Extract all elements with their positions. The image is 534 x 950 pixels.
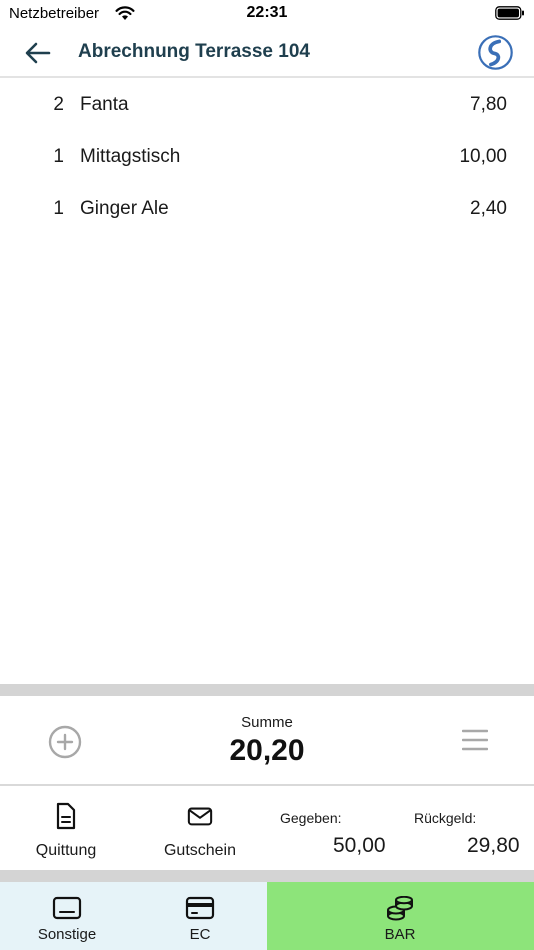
tab-ec[interactable]: EC (150, 896, 250, 943)
order-row[interactable]: 1 Ginger Ale 2,40 (0, 182, 534, 234)
envelope-icon (187, 807, 213, 826)
item-price: 10,00 (459, 146, 507, 167)
navigation-bar: Abrechnung Terrasse 104 (0, 28, 534, 78)
voucher-button[interactable]: Gutschein (145, 802, 255, 860)
receipt-label: Quittung (35, 842, 97, 859)
page-title: Abrechnung Terrasse 104 (78, 41, 310, 62)
given-value[interactable]: 50,00 (333, 834, 386, 858)
secondary-tab-group: Sonstige EC (0, 882, 267, 950)
display-icon (52, 896, 82, 920)
item-quantity: 2 (53, 94, 64, 115)
arrow-left-icon (25, 42, 51, 64)
order-row[interactable]: 1 Mittagstisch 10,00 (0, 130, 534, 182)
tab-sonstige[interactable]: Sonstige (17, 896, 117, 943)
item-name: Ginger Ale (80, 198, 169, 219)
tab-label: BAR (384, 926, 416, 943)
battery-icon (495, 6, 524, 20)
summary-panel: Summe 20,20 (0, 696, 534, 786)
order-list: 2 Fanta 7,80 1 Mittagstisch 10,00 1 Ging… (0, 78, 534, 234)
section-divider (0, 870, 534, 882)
item-quantity: 1 (53, 198, 64, 219)
order-row[interactable]: 2 Fanta 7,80 (0, 78, 534, 130)
tab-label: EC (189, 926, 211, 943)
section-divider (0, 684, 534, 696)
voucher-label: Gutschein (163, 842, 237, 859)
menu-icon[interactable] (462, 728, 488, 752)
change-value: 29,80 (467, 834, 520, 857)
brand-swirl-icon[interactable] (477, 34, 514, 71)
payment-method-tabs: Sonstige EC BAR (0, 882, 534, 950)
back-button[interactable] (22, 38, 54, 68)
sum-label: Summe (241, 714, 293, 731)
clock: 22:31 (246, 4, 288, 21)
item-quantity: 1 (53, 146, 64, 167)
status-bar: Netzbetreiber 22:31 (0, 0, 534, 28)
tab-label: Sonstige (37, 926, 97, 943)
item-name: Mittagstisch (80, 146, 181, 167)
change-label: Rückgeld: (414, 810, 477, 826)
tab-bar-item[interactable]: BAR (350, 896, 450, 943)
tab-bar[interactable]: BAR (267, 882, 534, 950)
payment-actions: Quittung Gutschein Gegeben: 50,00 Rückge… (0, 788, 534, 870)
sum-value: 20,20 (229, 734, 305, 767)
credit-card-icon (185, 896, 215, 920)
item-name: Fanta (80, 94, 129, 115)
receipt-button[interactable]: Quittung (11, 802, 121, 860)
document-icon (56, 802, 76, 830)
given-label: Gegeben: (280, 810, 342, 826)
item-price: 7,80 (470, 94, 507, 115)
item-price: 2,40 (470, 198, 507, 219)
coins-icon (387, 896, 413, 921)
